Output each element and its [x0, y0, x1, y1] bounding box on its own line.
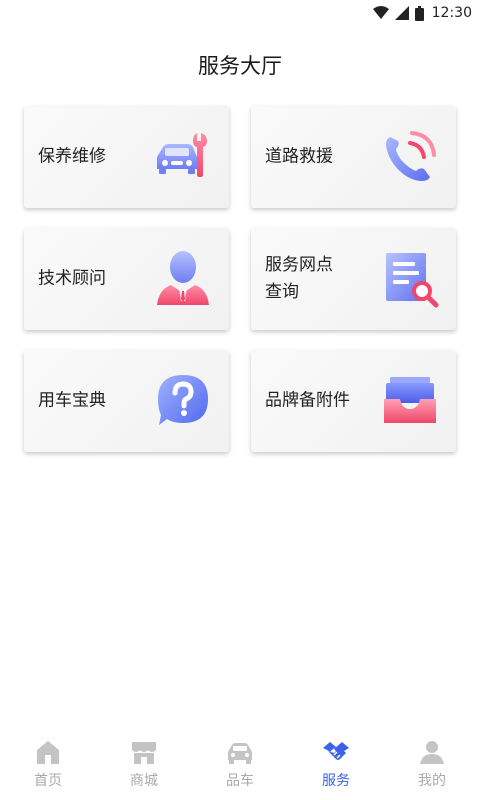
- battery-icon: [414, 5, 424, 21]
- home-icon: [37, 741, 59, 764]
- tab-label: 商城: [130, 773, 158, 789]
- parts-tray-icon: [384, 377, 436, 423]
- service-card-label-line: 服务网点: [265, 255, 333, 275]
- tab-label: 我的: [418, 773, 446, 789]
- service-card-label: 技术顾问: [38, 268, 106, 289]
- service-card-brand-parts[interactable]: 品牌备附件: [251, 350, 456, 452]
- service-card-label: 道路救援: [265, 146, 333, 167]
- person-consultant-icon: [157, 251, 209, 305]
- bottom-tab-bar: 首页 商城 品车 服务 我的: [0, 732, 480, 800]
- tab-store[interactable]: 商城: [96, 732, 192, 800]
- service-card-road-rescue[interactable]: 道路救援: [251, 106, 456, 208]
- service-card-label: 保养维修: [38, 146, 106, 167]
- tab-profile[interactable]: 我的: [384, 732, 480, 800]
- phone-call-icon: [386, 131, 436, 181]
- wifi-icon: [372, 6, 389, 19]
- page-title: 服务大厅: [198, 54, 282, 78]
- question-bubble-icon: [158, 375, 208, 425]
- handshake-icon: [323, 742, 349, 760]
- tab-label: 首页: [34, 773, 62, 789]
- service-card-outlet-search[interactable]: 服务网点 查询: [251, 228, 456, 330]
- signal-icon: [394, 6, 409, 20]
- document-search-icon: [386, 253, 439, 308]
- service-card-tech-advisor[interactable]: 技术顾问: [24, 228, 229, 330]
- car-wrench-icon: [157, 133, 207, 177]
- service-card-label-line: 查询: [265, 282, 299, 302]
- service-card-label: 品牌备附件: [265, 390, 350, 411]
- status-bar: 12:30: [0, 0, 480, 28]
- tab-label: 服务: [322, 773, 350, 789]
- car-icon: [228, 743, 252, 764]
- tab-label: 品车: [226, 773, 254, 789]
- service-card-car-guide[interactable]: 用车宝典: [24, 350, 229, 452]
- tab-car[interactable]: 品车: [192, 732, 288, 800]
- tab-home[interactable]: 首页: [0, 732, 96, 800]
- service-card-maintenance[interactable]: 保养维修: [24, 106, 229, 208]
- service-card-label: 服务网点 查询: [265, 252, 365, 306]
- service-card-label: 用车宝典: [38, 390, 106, 411]
- status-time: 12:30: [431, 5, 472, 21]
- store-icon: [132, 742, 156, 764]
- user-icon: [420, 741, 444, 764]
- tab-service[interactable]: 服务: [288, 732, 384, 800]
